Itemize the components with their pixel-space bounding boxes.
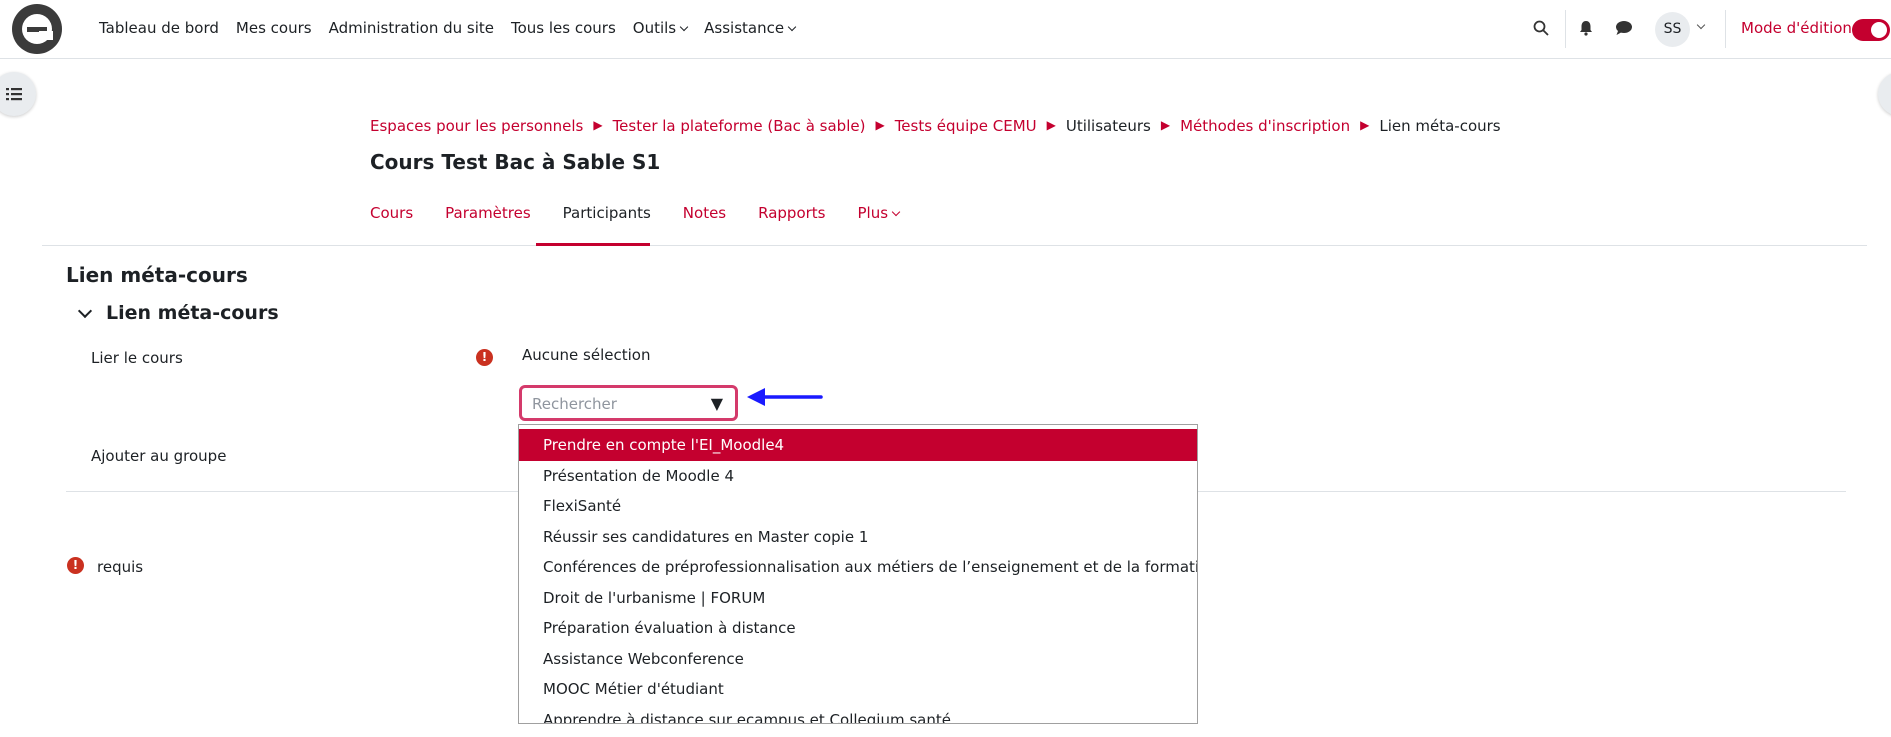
chevron-down-icon[interactable] [1696, 20, 1706, 30]
breadcrumb-item[interactable]: Espaces pour les personnels [370, 117, 583, 135]
avatar[interactable]: SS [1655, 12, 1690, 47]
breadcrumb-separator-icon: ▶ [875, 118, 885, 132]
course-option[interactable]: Apprendre à distance sur ecampus et Coll… [519, 704, 1197, 723]
block-drawer-toggle[interactable] [1878, 72, 1891, 116]
annotation-arrow-icon [747, 388, 823, 406]
course-option[interactable]: Prendre en compte l'EI_Moodle4 [519, 429, 1197, 461]
search-icon[interactable] [1533, 20, 1549, 36]
dropdown-caret-icon[interactable]: ▼ [711, 394, 723, 413]
course-option[interactable]: Préparation évaluation à distance [519, 612, 1197, 644]
tab-participants[interactable]: Participants [563, 204, 651, 222]
breadcrumb-item: Utilisateurs [1065, 117, 1151, 135]
chat-icon[interactable] [1615, 20, 1633, 36]
chevron-down-icon [787, 22, 797, 32]
tab-reports[interactable]: Rapports [758, 204, 825, 222]
nav-all-courses[interactable]: Tous les cours [511, 19, 616, 37]
course-option[interactable]: MOOC Métier d'étudiant [519, 673, 1197, 705]
tab-grades[interactable]: Notes [683, 204, 726, 222]
primary-nav: Tableau de bord Mes cours Administration… [99, 19, 812, 37]
required-icon: ! [67, 557, 84, 574]
link-course-label: Lier le cours [91, 349, 183, 367]
nav-assistance-label: Assistance [704, 19, 785, 37]
no-selection-text: Aucune sélection [522, 346, 651, 364]
page-title: Cours Test Bac à Sable S1 [370, 150, 661, 174]
edit-mode-toggle[interactable] [1852, 19, 1890, 41]
breadcrumb-item-current: Lien méta-cours [1379, 117, 1501, 135]
course-search-box[interactable]: ▼ [519, 385, 738, 421]
nav-site-admin[interactable]: Administration du site [329, 19, 494, 37]
bell-icon[interactable] [1578, 20, 1594, 36]
tab-settings[interactable]: Paramètres [445, 204, 531, 222]
breadcrumb-item[interactable]: Méthodes d'inscription [1180, 117, 1350, 135]
active-tab-indicator [536, 243, 650, 246]
breadcrumb-separator-icon: ▶ [1160, 118, 1171, 132]
edit-mode-label: Mode d'édition [1741, 19, 1852, 37]
course-option[interactable]: Présentation de Moodle 4 [519, 460, 1197, 492]
tab-more-label: Plus [857, 204, 889, 222]
breadcrumb: Espaces pour les personnels ▶ Tester la … [370, 117, 1501, 135]
course-option[interactable]: Assistance Webconference [519, 643, 1197, 675]
chevron-down-icon[interactable] [77, 303, 93, 319]
site-logo[interactable] [12, 4, 62, 54]
nav-tools[interactable]: Outils [632, 19, 689, 37]
course-option[interactable]: FlexiSanté [519, 490, 1197, 522]
tabs-divider [42, 245, 1867, 246]
tab-course[interactable]: Cours [370, 204, 413, 222]
add-group-label: Ajouter au groupe [91, 447, 227, 465]
section-heading[interactable]: Lien méta-cours [106, 302, 279, 324]
list-icon [6, 88, 22, 101]
course-search-input[interactable] [532, 394, 692, 414]
course-option[interactable]: Conférences de préprofessionnalisation a… [519, 551, 1197, 583]
nav-tools-label: Outils [632, 19, 677, 37]
tab-more[interactable]: Plus [857, 204, 901, 222]
nav-assistance[interactable]: Assistance [704, 19, 797, 37]
breadcrumb-separator-icon: ▶ [1360, 118, 1370, 132]
chevron-down-icon [679, 22, 689, 32]
breadcrumb-separator-icon: ▶ [1046, 118, 1056, 132]
top-navbar: Tableau de bord Mes cours Administration… [0, 0, 1891, 59]
breadcrumb-separator-icon: ▶ [593, 118, 603, 132]
required-icon: ! [476, 349, 493, 366]
nav-dashboard[interactable]: Tableau de bord [99, 19, 219, 37]
course-option[interactable]: Réussir ses candidatures en Master copie… [519, 521, 1197, 553]
course-options-list[interactable]: Prendre en compte l'EI_Moodle4 Présentat… [518, 424, 1198, 724]
page-heading: Lien méta-cours [66, 263, 248, 287]
navbar-divider [1565, 10, 1566, 48]
chevron-down-icon [891, 207, 901, 217]
nav-my-courses[interactable]: Mes cours [236, 19, 312, 37]
navbar-divider [1725, 10, 1726, 48]
course-option[interactable]: Droit de l'urbanisme | FORUM [519, 582, 1197, 614]
course-index-toggle[interactable] [0, 72, 36, 116]
breadcrumb-item[interactable]: Tests équipe CEMU [895, 117, 1037, 135]
required-note: requis [97, 558, 144, 576]
breadcrumb-item[interactable]: Tester la plateforme (Bac à sable) [613, 117, 866, 135]
secondary-nav: Cours Paramètres Participants Notes Rapp… [370, 204, 931, 222]
